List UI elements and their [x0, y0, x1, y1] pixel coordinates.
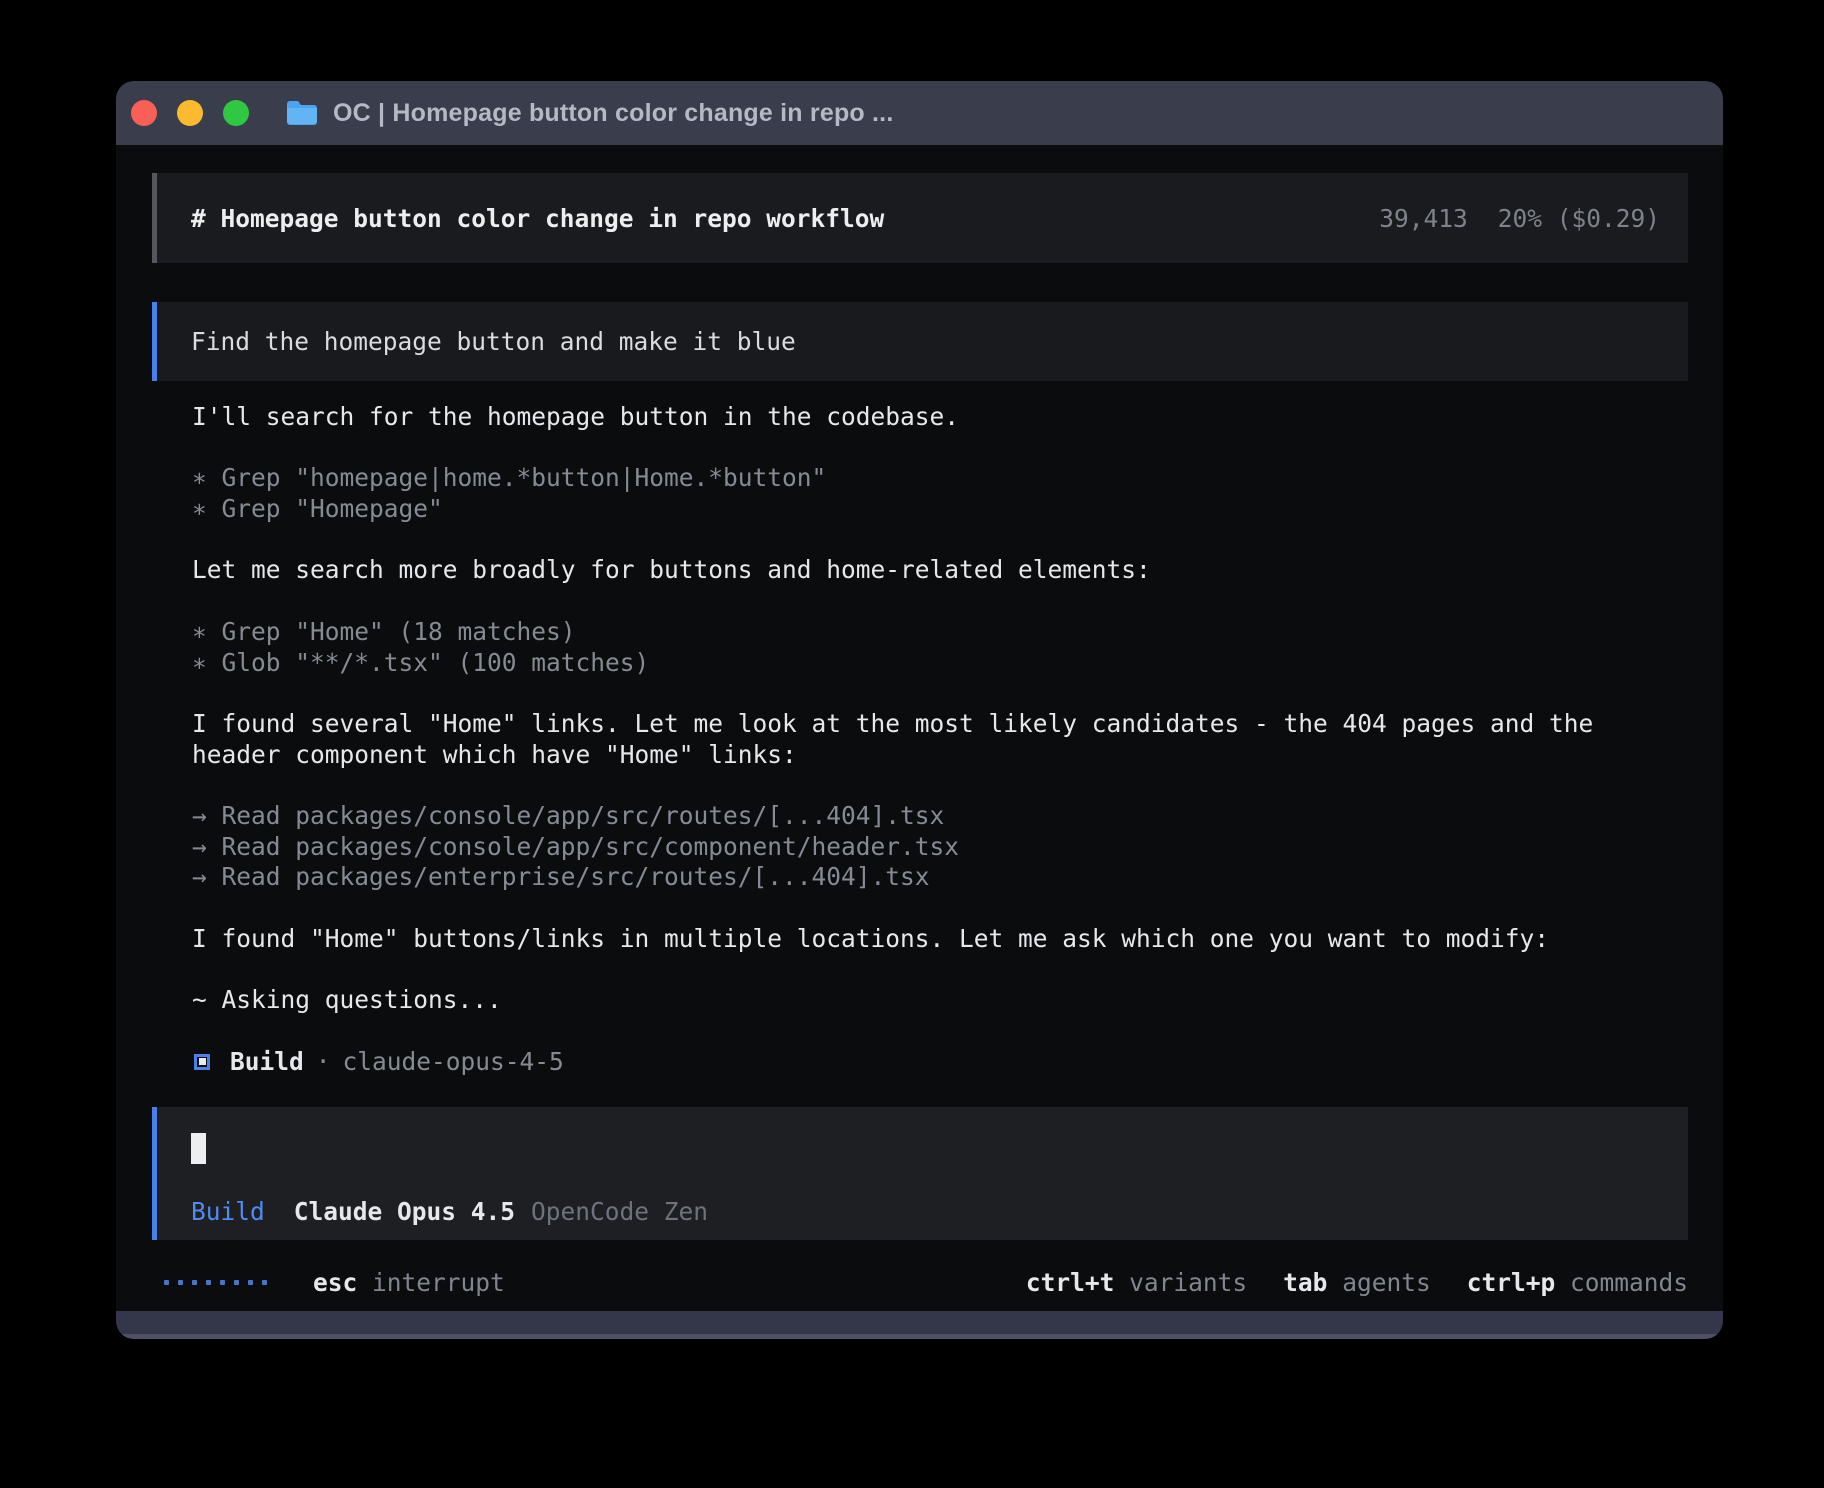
- input-agent-label[interactable]: Build: [191, 1197, 265, 1226]
- zoom-button[interactable]: [223, 100, 249, 126]
- assistant-status-text: ~ Asking questions...: [192, 985, 1680, 1016]
- tool-call-grep: ∗ Grep "homepage|home.*button|Home.*butt…: [192, 463, 1680, 494]
- hint-key: tab: [1283, 1268, 1327, 1297]
- folder-icon: [285, 99, 319, 127]
- hint-key: esc: [313, 1268, 357, 1297]
- hint-label: variants: [1129, 1268, 1247, 1297]
- terminal-window: OC | Homepage button color change in rep…: [116, 81, 1723, 1339]
- hint-label: commands: [1570, 1268, 1688, 1297]
- working-spinner-dots: [164, 1280, 267, 1285]
- agent-build-icon: [194, 1054, 210, 1070]
- session-stats: 39,413 20% ($0.29): [1379, 204, 1660, 233]
- conversation: I'll search for the homepage button in t…: [152, 402, 1688, 1077]
- hint-variants: ctrl+t variants: [1026, 1268, 1247, 1297]
- input-provider-label: OpenCode Zen: [531, 1197, 708, 1226]
- window-title: OC | Homepage button color change in rep…: [333, 99, 893, 128]
- minimize-button[interactable]: [177, 100, 203, 126]
- prompt-input[interactable]: Build Claude Opus 4.5 OpenCode Zen: [152, 1107, 1688, 1240]
- tool-call-read: → Read packages/console/app/src/componen…: [192, 832, 1680, 863]
- tool-call-read: → Read packages/console/app/src/routes/[…: [192, 801, 1680, 832]
- hint-key: ctrl+p: [1467, 1268, 1556, 1297]
- tool-call-glob: ∗ Glob "**/*.tsx" (100 matches): [192, 648, 1680, 679]
- assistant-text: I found "Home" buttons/links in multiple…: [192, 924, 1680, 955]
- text-cursor: [191, 1133, 206, 1164]
- hint-key: ctrl+t: [1026, 1268, 1115, 1297]
- hint-label: agents: [1342, 1268, 1431, 1297]
- input-model-label[interactable]: Claude Opus 4.5: [294, 1197, 515, 1226]
- agent-name: Build: [230, 1047, 304, 1076]
- assistant-text: I found several "Home" links. Let me loo…: [192, 709, 1680, 770]
- session-header: # Homepage button color change in repo w…: [152, 173, 1688, 263]
- assistant-text: Let me search more broadly for buttons a…: [192, 555, 1680, 586]
- assistant-text: I'll search for the homepage button in t…: [192, 402, 1680, 433]
- hint-interrupt: esc interrupt: [313, 1268, 505, 1297]
- context-cost: 20% ($0.29): [1498, 204, 1660, 233]
- input-meta: Build Claude Opus 4.5 OpenCode Zen: [191, 1197, 1660, 1226]
- status-right-hints: ctrl+t variants tab agents ctrl+p comman…: [1026, 1268, 1688, 1297]
- tool-call-read: → Read packages/enterprise/src/routes/[.…: [192, 862, 1680, 893]
- terminal-content: # Homepage button color change in repo w…: [116, 145, 1723, 1311]
- agent-model: claude-opus-4-5: [343, 1047, 564, 1076]
- traffic-lights: [131, 100, 249, 126]
- agent-separator: ·: [316, 1047, 331, 1076]
- tool-call-grep: ∗ Grep "Homepage": [192, 494, 1680, 525]
- session-title: # Homepage button color change in repo w…: [191, 204, 884, 233]
- title-bar: OC | Homepage button color change in rep…: [116, 81, 1723, 145]
- agent-status-line: Build · claude-opus-4-5: [192, 1047, 1680, 1078]
- status-bar: esc interrupt ctrl+t variants tab agents…: [152, 1267, 1688, 1298]
- hint-label: interrupt: [372, 1268, 505, 1297]
- tool-call-grep: ∗ Grep "Home" (18 matches): [192, 617, 1680, 648]
- user-message: Find the homepage button and make it blu…: [152, 302, 1688, 381]
- close-button[interactable]: [131, 100, 157, 126]
- hint-agents: tab agents: [1283, 1268, 1431, 1297]
- user-message-text: Find the homepage button and make it blu…: [191, 327, 796, 356]
- token-count: 39,413: [1379, 204, 1468, 233]
- hint-commands: ctrl+p commands: [1467, 1268, 1688, 1297]
- window-bottom-frame: [116, 1311, 1723, 1339]
